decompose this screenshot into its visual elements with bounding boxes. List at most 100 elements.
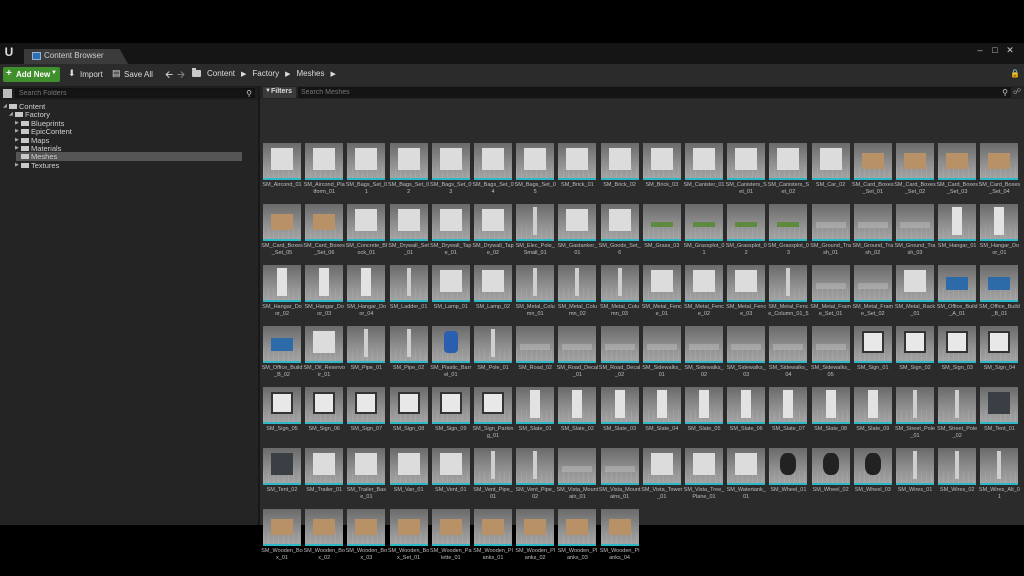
expanded-arrow-icon[interactable]: ◢ <box>3 103 7 109</box>
import-button[interactable]: ⬇ Import <box>68 67 104 82</box>
asset-tile[interactable]: SM_Metal_Fence_Column_01_5 <box>768 265 809 320</box>
asset-tile[interactable]: SM_Drywall_Tape_02 <box>472 204 514 259</box>
add-new-button[interactable]: + Add New ▼ <box>3 67 60 82</box>
asset-tile[interactable]: SM_Sign_09 <box>431 387 470 442</box>
asset-tile[interactable]: SM_Card_Boxes_Set_05 <box>261 204 303 259</box>
asset-tile[interactable]: SM_Wires_02 <box>938 448 977 503</box>
asset-tile[interactable]: SM_Slate_02 <box>558 387 597 442</box>
collapsed-arrow-icon[interactable]: ▶ <box>15 120 19 126</box>
tab-content-browser[interactable]: Content Browser <box>24 49 128 64</box>
collapsed-arrow-icon[interactable]: ▶ <box>15 145 19 151</box>
asset-tile[interactable]: SM_Canisters_Set_02 <box>768 143 809 198</box>
asset-tile[interactable]: SM_Vent_Pipe_02 <box>515 448 555 503</box>
asset-tile[interactable]: SM_Ground_Trash_01 <box>810 204 851 259</box>
asset-tile[interactable]: SM_Card_Boxes_Set_06 <box>303 204 345 259</box>
asset-tile[interactable]: SM_Card_Boxes_Set_02 <box>894 143 936 198</box>
asset-tile[interactable]: SM_Ground_Trash_02 <box>852 204 893 259</box>
breadcrumb-separator-icon[interactable]: ▶ <box>241 70 246 78</box>
asset-tile[interactable]: SM_Wires_01 <box>896 448 934 503</box>
asset-tile[interactable]: SM_Wooden_Box_01 <box>261 509 303 564</box>
asset-tile[interactable]: SM_Trailer_01 <box>305 448 344 503</box>
asset-tile[interactable]: SM_Pipe_01 <box>347 326 386 381</box>
asset-tile[interactable]: SM_Bags_Set_05 <box>515 143 556 198</box>
breadcrumb-separator-icon[interactable]: ▶ <box>285 70 290 78</box>
asset-tile[interactable]: SM_Slate_03 <box>600 387 639 442</box>
asset-tile[interactable]: SM_Bags_Set_01 <box>346 143 387 198</box>
back-arrow-icon[interactable]: 🡨 <box>165 68 173 85</box>
asset-tile[interactable]: SM_Aircond_Platform_01 <box>304 143 345 198</box>
asset-tile[interactable]: SM_Slate_05 <box>685 387 723 442</box>
asset-tile[interactable]: SM_Sidewalks_03 <box>727 326 766 381</box>
asset-tile[interactable]: SM_Metal_Frame_Set_01 <box>810 265 851 320</box>
asset-tile[interactable]: SM_Metal_Rack_01 <box>895 265 935 320</box>
tree-item-textures[interactable]: ▶ Textures <box>15 161 215 170</box>
asset-tile[interactable]: SM_Wooden_Planks_04 <box>600 509 639 564</box>
asset-tile[interactable]: SM_Hangar_Door_02 <box>262 265 302 320</box>
asset-tile[interactable]: SM_Slate_09 <box>853 387 892 442</box>
save-search-icon[interactable]: ☍ <box>1013 88 1021 96</box>
asset-tile[interactable]: SM_Brick_01 <box>558 143 597 198</box>
asset-tile[interactable]: SM_Wires_Alt_01 <box>979 448 1020 503</box>
asset-tile[interactable]: SM_Pole_01 <box>474 326 512 381</box>
asset-tile[interactable]: SM_Sign_03 <box>938 326 977 381</box>
asset-tile[interactable]: SM_Van_01 <box>389 448 428 503</box>
asset-tile[interactable]: SM_Street_Pole_02 <box>937 387 977 442</box>
asset-tile[interactable]: SM_Sign_Parking_01 <box>473 387 513 442</box>
asset-tile[interactable]: SM_Hangar_Door_01 <box>980 204 1019 259</box>
breadcrumb-meshes[interactable]: Meshes <box>296 69 324 78</box>
asset-tile[interactable]: SM_Metal_Fence_01 <box>642 265 682 320</box>
asset-search-input[interactable] <box>301 88 981 96</box>
asset-tile[interactable]: SM_Tent_01 <box>980 387 1019 442</box>
asset-tile[interactable]: SM_Vista_Mountain_01 <box>556 448 598 503</box>
asset-tile[interactable]: SM_Car_02 <box>811 143 850 198</box>
asset-tile[interactable]: SM_Card_Boxes_Set_03 <box>936 143 978 198</box>
asset-tile[interactable]: SM_Metal_Column_01 <box>516 265 555 320</box>
collapsed-arrow-icon[interactable]: ▶ <box>15 162 19 168</box>
asset-tile[interactable]: SM_Drywall_Tape_01 <box>430 204 471 259</box>
asset-tile[interactable]: SM_Vista_Mountains_01 <box>599 448 640 503</box>
asset-tile[interactable]: SM_Metal_Fence_02 <box>684 265 724 320</box>
asset-tile[interactable]: SM_Brick_03 <box>642 143 681 198</box>
asset-tile[interactable]: SM_Street_Pole_01 <box>895 387 935 442</box>
asset-tile[interactable]: SM_Lamp_01 <box>431 265 470 320</box>
asset-tile[interactable]: SM_Metal_Column_02 <box>558 265 597 320</box>
asset-tile[interactable]: SM_Sidewalks_05 <box>811 326 850 381</box>
forward-arrow-icon[interactable]: 🡪 <box>177 68 185 85</box>
asset-tile[interactable]: SM_Sign_06 <box>305 387 344 442</box>
asset-tile[interactable]: SM_Hangar_Door_04 <box>347 265 386 320</box>
asset-tile[interactable]: SM_Sign_01 <box>853 326 892 381</box>
asset-tile[interactable]: SM_Watertank_01 <box>727 448 766 503</box>
collapsed-arrow-icon[interactable]: ▶ <box>15 137 19 143</box>
asset-tile[interactable]: SM_Bags_Set_02 <box>388 143 429 198</box>
asset-tile[interactable]: SM_Oil_Reservoir_01 <box>303 326 345 381</box>
asset-tile[interactable]: SM_Road_Decal_02 <box>599 326 640 381</box>
asset-tile[interactable]: SM_Drywall_Set_01 <box>388 204 429 259</box>
asset-tile[interactable]: SM_Sidewalks_02 <box>684 326 724 381</box>
close-icon[interactable]: ✕ <box>1006 46 1014 55</box>
asset-tile[interactable]: SM_Wooden_Box_Set_01 <box>388 509 429 564</box>
asset-tile[interactable]: SM_Office_Build_B_01 <box>979 265 1020 320</box>
asset-tile[interactable]: SM_Ladder_01 <box>389 265 428 320</box>
asset-tile[interactable]: SM_Sign_07 <box>347 387 386 442</box>
asset-tile[interactable]: SM_Canisters_Set_01 <box>726 143 767 198</box>
expanded-arrow-icon[interactable]: ◢ <box>9 111 13 117</box>
asset-tile[interactable]: SM_Goods_Set_6 <box>599 204 641 259</box>
asset-tile[interactable]: SM_Card_Boxes_Set_01 <box>852 143 894 198</box>
save-all-button[interactable]: ▤ Save All <box>112 67 156 82</box>
search-icon[interactable]: ⚲ <box>1002 87 1008 98</box>
sources-toggle-icon[interactable] <box>3 89 12 98</box>
asset-tile[interactable]: SM_Office_Build_B_02 <box>262 326 302 381</box>
asset-tile[interactable]: SM_Wheel_03 <box>853 448 892 503</box>
asset-tile[interactable]: SM_Metal_Fence_03 <box>726 265 766 320</box>
asset-tile[interactable]: SM_Grassplot_03 <box>768 204 809 259</box>
asset-tile[interactable]: SM_Metal_Frame_Set_02 <box>852 265 893 320</box>
maximize-icon[interactable]: □ <box>991 46 999 55</box>
breadcrumb-factory[interactable]: Factory <box>252 69 279 78</box>
asset-tile[interactable]: SM_Canister_01 <box>684 143 724 198</box>
asset-tile[interactable]: SM_Card_Boxes_Set_04 <box>979 143 1020 198</box>
asset-tile[interactable]: SM_Wheel_01 <box>769 448 808 503</box>
asset-tile[interactable]: SM_Ground_Trash_03 <box>895 204 935 259</box>
asset-tile[interactable]: SM_Sign_08 <box>389 387 428 442</box>
asset-tile[interactable]: SM_Pipe_02 <box>389 326 428 381</box>
breadcrumb-separator-icon[interactable]: ▶ <box>331 70 336 78</box>
